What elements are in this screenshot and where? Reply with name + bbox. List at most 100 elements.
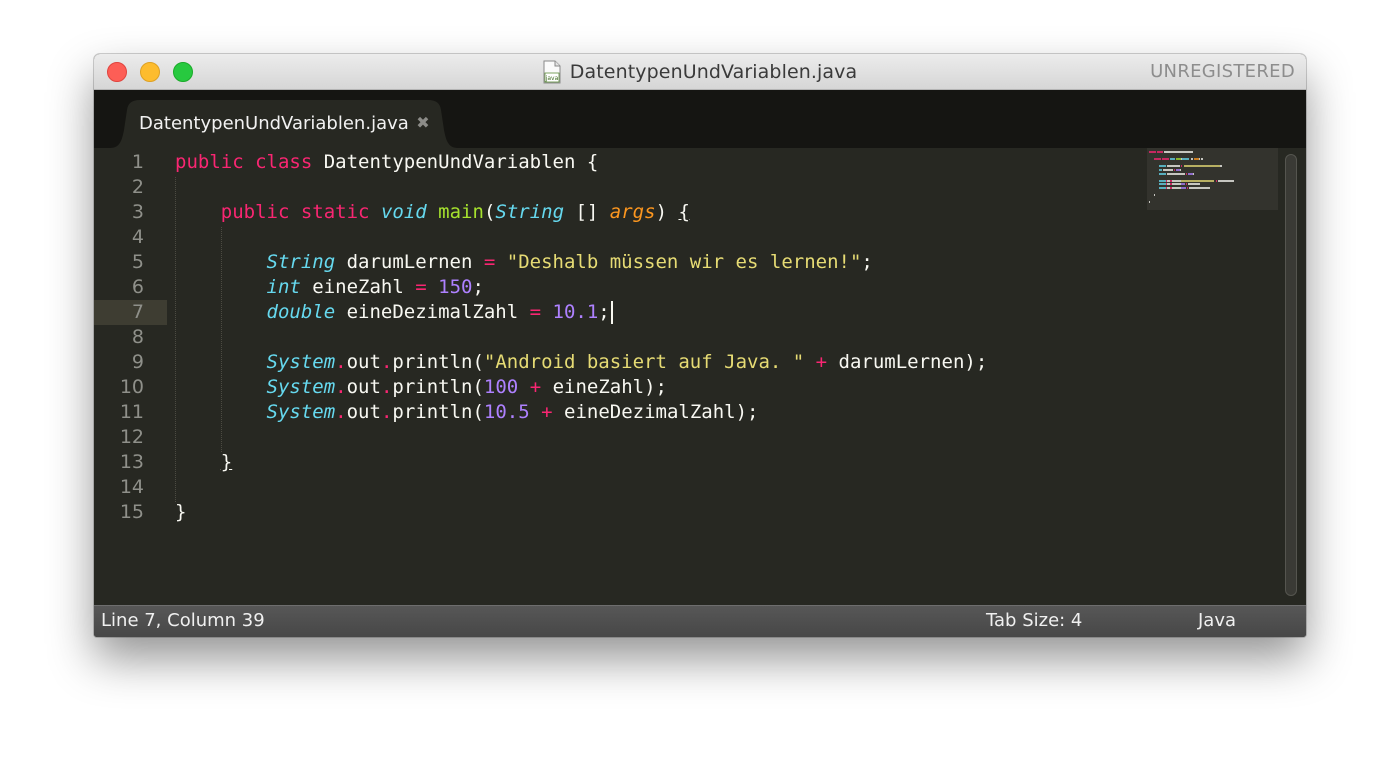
code-token: DatentypenUndVariablen { xyxy=(312,151,599,173)
line-number-gutter: 1 2 3 4 5 6 7 8 9 10 11 12 13 14 15 xyxy=(94,150,144,525)
code-token: String xyxy=(266,251,336,273)
editor-window: java DatentypenUndVariablen.java UNREGIS… xyxy=(94,54,1306,637)
minimap-stroke xyxy=(1185,183,1188,186)
line-number: 9 xyxy=(131,351,144,373)
minimap-stroke xyxy=(1218,179,1234,182)
minimap-stroke xyxy=(1166,172,1185,175)
code-line[interactable]: int eineZahl = 150; xyxy=(175,275,1135,300)
code-line[interactable] xyxy=(175,225,1135,250)
code-token: String xyxy=(495,201,565,223)
line-number: 14 xyxy=(119,476,144,498)
code-line[interactable] xyxy=(175,325,1135,350)
code-token: ; xyxy=(472,276,484,298)
line-number: 12 xyxy=(119,426,144,448)
minimap-stroke xyxy=(1158,183,1166,186)
indent-guide xyxy=(220,227,222,452)
code-token: public xyxy=(220,201,290,223)
code-token: public xyxy=(175,151,244,173)
tab-label: DatentypenUndVariablen.java xyxy=(139,113,409,134)
code-token: . xyxy=(335,351,347,373)
code-line[interactable] xyxy=(175,175,1135,200)
code-token: int xyxy=(266,276,301,298)
tab-datentypenundvariablen-java[interactable]: DatentypenUndVariablen.java ✖ xyxy=(110,100,458,148)
line-number: 10 xyxy=(119,376,144,398)
code-token: "Android basiert auf Java. " xyxy=(483,351,805,373)
line-number: 2 xyxy=(131,176,144,198)
code-token: = xyxy=(415,276,427,298)
line-number: 4 xyxy=(131,226,144,248)
minimap[interactable] xyxy=(1147,148,1278,210)
minimap-stroke xyxy=(1220,165,1222,168)
code-line[interactable]: public class DatentypenUndVariablen { xyxy=(175,150,1135,175)
minimap-stroke xyxy=(1179,169,1182,171)
minimap-stroke xyxy=(1183,165,1221,168)
code-token: out xyxy=(346,401,381,423)
minimap-stroke xyxy=(1171,187,1182,189)
minimap-stroke xyxy=(1174,169,1176,171)
code-token: { xyxy=(678,201,690,223)
minimap-stroke xyxy=(1181,179,1215,182)
code-token: eineZahl xyxy=(300,276,416,298)
minimap-stroke xyxy=(1181,165,1183,168)
minimap-stroke xyxy=(1215,179,1217,182)
code-token: . xyxy=(380,401,393,423)
minimap-stroke xyxy=(1187,187,1189,189)
code-token: ) xyxy=(655,201,679,223)
code-line[interactable]: double eineDezimalZahl = 10.1; xyxy=(175,300,1135,325)
minimap-stroke xyxy=(1201,158,1203,161)
minimap-stroke xyxy=(1170,158,1176,161)
code-line[interactable]: String darumLernen = "Deshalb müssen wir… xyxy=(175,250,1135,275)
code-token: ; xyxy=(598,301,610,323)
code-token: println( xyxy=(392,376,484,398)
code-line[interactable]: public static void main(String [] args) … xyxy=(175,200,1135,225)
code-editor[interactable]: 1 2 3 4 5 6 7 8 9 10 11 12 13 14 15 public class Daten… xyxy=(94,148,1306,605)
minimap-stroke xyxy=(1153,158,1161,161)
minimap-stroke xyxy=(1188,183,1201,186)
code-line[interactable]: System.out.println(100 + eineZahl); xyxy=(175,375,1135,400)
code-line[interactable]: } xyxy=(175,500,1135,525)
registration-status: UNREGISTERED xyxy=(1150,61,1295,82)
minimap-stroke xyxy=(1182,158,1190,161)
code-token: eineDezimalZahl xyxy=(335,301,530,323)
code-token: println( xyxy=(392,401,484,423)
text-cursor xyxy=(610,301,613,324)
code-line[interactable] xyxy=(175,425,1135,450)
minimap-stroke xyxy=(1181,187,1186,189)
code-token: [] xyxy=(564,201,610,223)
minimap-stroke xyxy=(1157,151,1164,153)
java-file-icon: java xyxy=(543,60,561,84)
code-token: out xyxy=(346,376,381,398)
tab-size-selector[interactable]: Tab Size: 4 xyxy=(986,606,1082,636)
code-line[interactable]: System.out.println(10.5 + eineDezimalZah… xyxy=(175,400,1135,425)
cursor-position: Line 7, Column 39 xyxy=(101,610,265,631)
minimap-stroke xyxy=(1158,165,1166,168)
line-number: 5 xyxy=(131,251,144,273)
minimap-stroke xyxy=(1163,169,1173,171)
line-number: 1 xyxy=(131,151,144,173)
syntax-selector[interactable]: Java xyxy=(1198,606,1236,636)
vertical-scrollbar[interactable] xyxy=(1285,154,1297,596)
code-token: "Deshalb müssen wir es lernen!" xyxy=(506,251,862,273)
tab-close-icon[interactable]: ✖ xyxy=(416,114,430,132)
code-token: double xyxy=(266,301,336,323)
code-token: + xyxy=(815,351,828,373)
code-line[interactable] xyxy=(175,475,1135,500)
title-bar[interactable]: java DatentypenUndVariablen.java UNREGIS… xyxy=(94,54,1306,90)
code-area[interactable]: public class DatentypenUndVariablen { pu… xyxy=(175,150,1135,525)
code-line[interactable]: System.out.println("Android basiert auf … xyxy=(175,350,1135,375)
line-number: 6 xyxy=(131,276,144,298)
code-line[interactable]: } xyxy=(175,450,1135,475)
tab-bar: DatentypenUndVariablen.java ✖ xyxy=(94,90,1306,148)
minimap-stroke xyxy=(1171,183,1182,186)
line-number: 7 xyxy=(131,301,144,323)
code-token: class xyxy=(255,151,313,173)
